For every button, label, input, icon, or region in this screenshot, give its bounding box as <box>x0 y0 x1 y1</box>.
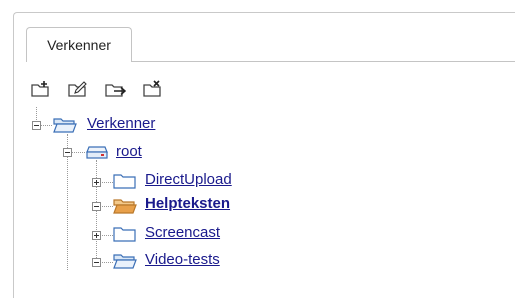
expand-toggle-directupload[interactable] <box>92 178 101 187</box>
tab-verkenner[interactable]: Verkenner <box>26 27 132 62</box>
collapse-toggle-video-tests[interactable] <box>92 258 101 267</box>
tree-line <box>96 160 97 264</box>
tree-line <box>99 182 113 183</box>
expand-toggle-screencast[interactable] <box>92 231 101 240</box>
tree-line <box>99 235 113 236</box>
tree-link-video-tests[interactable]: Video-tests <box>145 252 220 268</box>
collapse-toggle-verkenner[interactable] <box>32 121 41 130</box>
tree-link-directupload[interactable]: DirectUpload <box>145 172 232 188</box>
collapse-toggle-helpteksten[interactable] <box>92 202 101 211</box>
folder-icon <box>113 173 137 189</box>
tree-link-screencast[interactable]: Screencast <box>145 225 220 241</box>
tree-link-verkenner[interactable]: Verkenner <box>87 116 155 132</box>
tree-line <box>71 152 85 153</box>
tree-line <box>99 262 113 263</box>
drive-icon <box>85 144 109 160</box>
folder-icon <box>113 226 137 242</box>
collapse-toggle-root[interactable] <box>63 148 72 157</box>
open-folder-icon <box>53 117 77 133</box>
tree-line <box>40 125 52 126</box>
open-folder-icon <box>113 253 137 269</box>
open-folder-icon <box>113 198 137 214</box>
tree-link-helpteksten[interactable]: Helpteksten <box>145 196 230 212</box>
tree-link-root[interactable]: root <box>116 144 142 160</box>
tree-line <box>99 206 113 207</box>
